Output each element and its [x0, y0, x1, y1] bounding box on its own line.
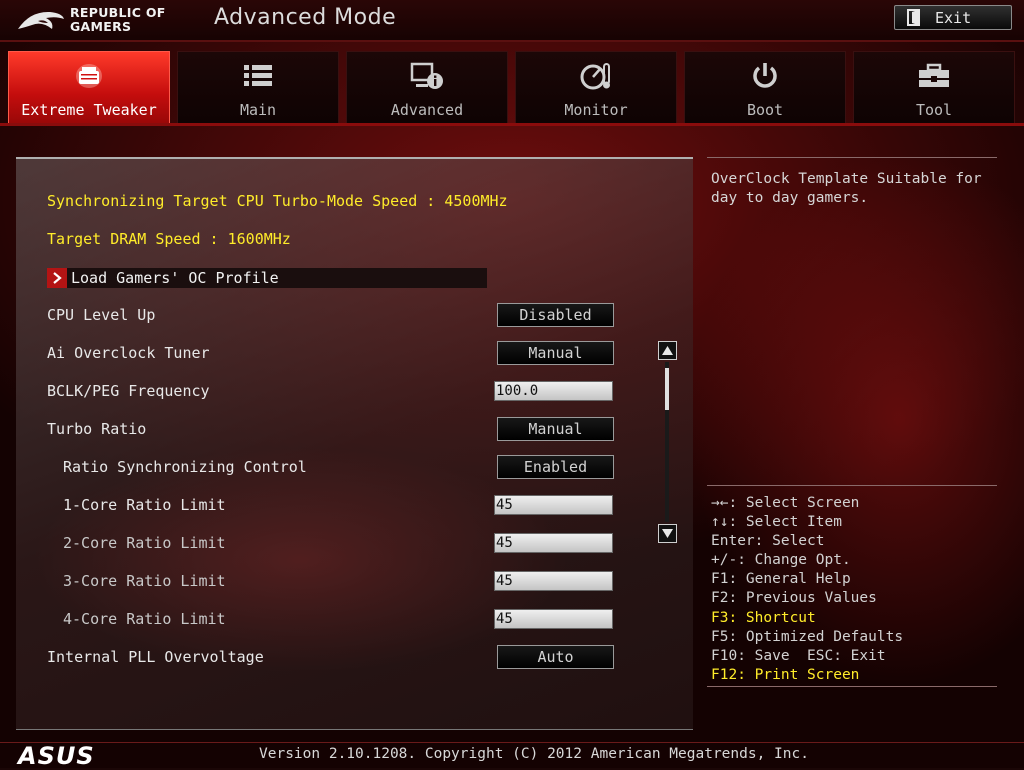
- scrollbar-track[interactable]: [665, 362, 669, 522]
- tab-strip-divider: [0, 123, 1024, 126]
- exit-button[interactable]: Exit: [894, 5, 1012, 30]
- help-divider-bottom: [707, 686, 997, 687]
- tab-tool[interactable]: Tool: [853, 51, 1015, 123]
- advanced-info-icon: [410, 62, 443, 89]
- tab-main[interactable]: Main: [177, 51, 339, 123]
- key-legend: →←: Select Screen ↑↓: Select Item Enter:…: [711, 494, 1001, 685]
- key-hint-shortcut[interactable]: F3: Shortcut: [711, 609, 1001, 628]
- 2-core-ratio-input[interactable]: 45: [494, 533, 613, 553]
- 4-core-ratio-input[interactable]: 45: [494, 609, 613, 629]
- brand-line-2: GAMERS: [70, 19, 132, 34]
- 1-core-ratio-input[interactable]: 45: [494, 495, 613, 515]
- tab-label: Boot: [746, 101, 784, 119]
- cpu-level-up-select[interactable]: Disabled: [497, 303, 614, 327]
- internal-pll-overvoltage-select[interactable]: Auto: [497, 645, 614, 669]
- ai-overclock-tuner-select[interactable]: Manual: [497, 341, 614, 365]
- key-hint: →←: Select Screen: [711, 495, 860, 511]
- tab-monitor[interactable]: Monitor: [515, 51, 677, 123]
- tab-label: Advanced: [390, 101, 464, 119]
- help-description: OverClock Template Suitable for day to d…: [711, 171, 982, 206]
- key-hint: Enter: Select: [711, 533, 825, 550]
- info-cpu-turbo-speed: Synchronizing Target CPU Turbo-Mode Spee…: [47, 192, 508, 210]
- toolbox-icon: [919, 63, 949, 87]
- scroll-down-button[interactable]: [658, 524, 677, 543]
- key-hint: ↑↓: Select Item: [711, 514, 842, 531]
- ratio-sync-control-select[interactable]: Enabled: [497, 455, 614, 479]
- tweaker-icon: [76, 64, 102, 88]
- brand-line-1: REPUBLIC OF: [70, 5, 166, 20]
- turbo-ratio-select[interactable]: Manual: [497, 417, 614, 441]
- exit-door-icon: [907, 9, 920, 26]
- power-icon: [753, 63, 777, 88]
- tab-label: Main: [239, 101, 277, 119]
- scroll-up-button[interactable]: [658, 341, 677, 360]
- help-divider-middle: [707, 485, 997, 486]
- header-divider: [0, 40, 1024, 42]
- submenu-arrow-icon: [47, 268, 67, 288]
- exit-label: Exit: [935, 8, 972, 27]
- page-title: Advanced Mode: [214, 5, 397, 30]
- tab-advanced[interactable]: Advanced: [346, 51, 508, 123]
- rog-eye-icon: [18, 11, 64, 29]
- scrollbar-thumb[interactable]: [665, 368, 669, 410]
- tab-extreme-tweaker[interactable]: Extreme Tweaker: [8, 51, 170, 123]
- key-hint: F10: Save ESC: Exit: [711, 647, 886, 664]
- settings-panel: Synchronizing Target CPU Turbo-Mode Spee…: [16, 157, 693, 730]
- submenu-label: Load Gamers' OC Profile: [71, 269, 279, 287]
- triangle-down-icon: [662, 529, 673, 538]
- tab-boot[interactable]: Boot: [684, 51, 846, 123]
- help-divider-top: [707, 157, 997, 158]
- bclk-peg-frequency-input[interactable]: 100.0: [494, 381, 613, 401]
- key-hint-print-screen[interactable]: F12: Print Screen: [711, 666, 1001, 685]
- tab-label: Extreme Tweaker: [21, 101, 157, 119]
- key-hint: F5: Optimized Defaults: [711, 628, 904, 645]
- 3-core-ratio-input[interactable]: 45: [494, 571, 613, 591]
- tab-label: Monitor: [564, 101, 628, 119]
- asus-logo: ASUS: [18, 742, 95, 770]
- footer-divider: [0, 742, 1024, 743]
- gauge-icon: [580, 63, 610, 90]
- key-hint: F1: General Help: [711, 571, 851, 588]
- key-hint: F2: Previous Values: [711, 590, 877, 607]
- rog-logo: REPUBLIC OF GAMERS: [14, 3, 184, 37]
- list-icon: [244, 65, 272, 86]
- key-hint: +/-: Change Opt.: [711, 552, 851, 569]
- header-bar: REPUBLIC OF GAMERS Advanced Mode Exit: [0, 0, 1024, 40]
- tab-label: Tool: [915, 101, 953, 119]
- submenu-load-gamers-oc-profile[interactable]: Load Gamers' OC Profile: [47, 268, 487, 288]
- version-text: Version 2.10.1208. Copyright (C) 2012 Am…: [259, 746, 809, 762]
- info-dram-speed: Target DRAM Speed : 1600MHz: [47, 230, 291, 248]
- triangle-up-icon: [662, 346, 673, 355]
